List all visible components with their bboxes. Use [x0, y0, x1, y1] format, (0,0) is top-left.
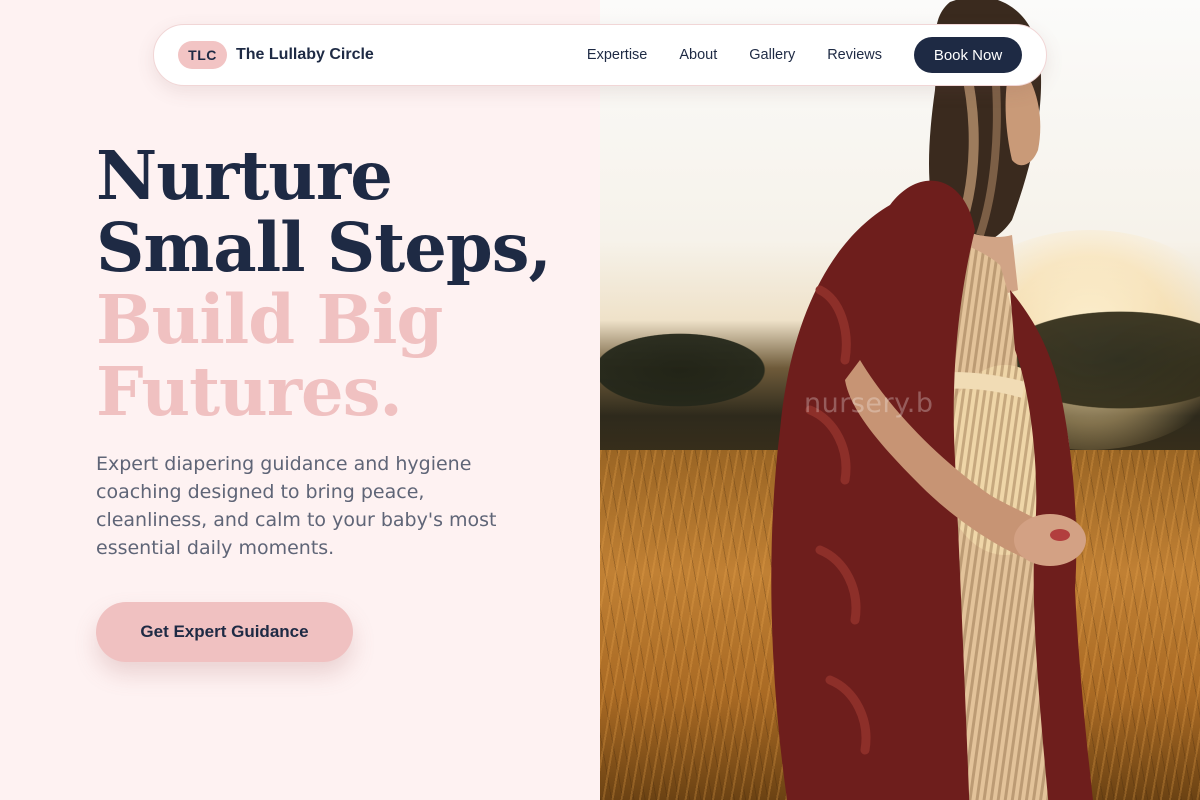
hero-title-line-2: Small Steps, [96, 208, 552, 287]
nav-link-gallery[interactable]: Gallery [749, 47, 795, 63]
brand-name[interactable]: The Lullaby Circle [236, 46, 374, 64]
nav-link-expertise[interactable]: Expertise [587, 47, 647, 63]
nav-links: Expertise About Gallery Reviews Book Now [587, 37, 1022, 73]
image-watermark: nursery.b [804, 388, 934, 419]
logo-badge[interactable]: TLC [178, 41, 227, 69]
hero-description: Expert diapering guidance and hygiene co… [96, 453, 497, 559]
hero-title-line-4: Futures. [96, 352, 403, 431]
hero-photo: nursery.b [600, 0, 1200, 800]
hero-headline: Nurture Small Steps, Build Big Futures. [96, 136, 552, 431]
get-expert-guidance-button[interactable]: Get Expert Guidance [96, 602, 353, 662]
book-now-button[interactable]: Book Now [914, 37, 1022, 73]
hero-title-line-1: Nurture [96, 136, 393, 215]
top-navigation-bar: TLC The Lullaby Circle Expertise About G… [153, 24, 1047, 86]
nav-link-about[interactable]: About [679, 47, 717, 63]
hero-title-line-3: Build Big [96, 280, 443, 359]
nav-link-reviews[interactable]: Reviews [827, 47, 882, 63]
